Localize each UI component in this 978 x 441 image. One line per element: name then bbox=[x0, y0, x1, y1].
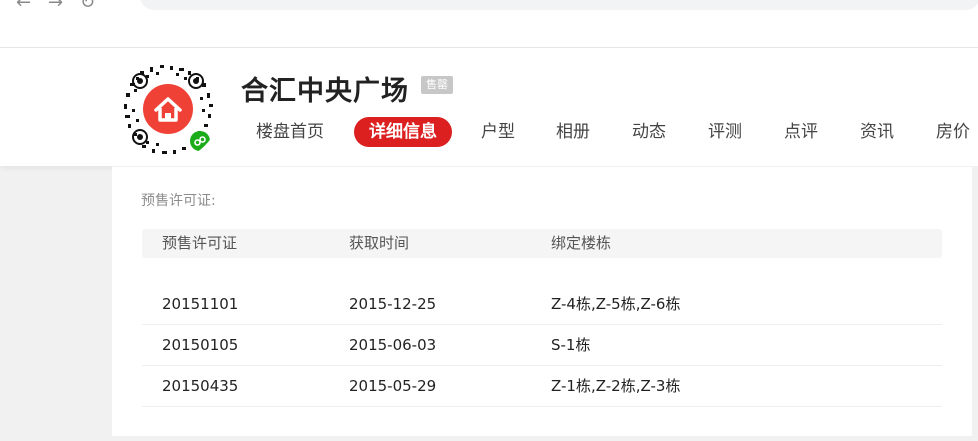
license-date: 2015-06-03 bbox=[349, 336, 437, 354]
tab-news-feed[interactable]: 动态 bbox=[632, 116, 666, 148]
bound-buildings: Z-1栋,Z-2栋,Z-3栋 bbox=[551, 377, 681, 395]
tab-home[interactable]: 楼盘首页 bbox=[256, 116, 324, 148]
project-header: 合汇中央广场 售罄 楼盘首页 详细信息 户型 相册 动态 评测 点评 资讯 房价 bbox=[0, 48, 978, 166]
miniprogram-qr-icon bbox=[116, 57, 220, 161]
back-arrow-icon[interactable]: ← bbox=[16, 0, 31, 13]
column-header-buildings: 绑定楼栋 bbox=[551, 234, 612, 252]
browser-toolbar: ← → ↻ bbox=[0, 0, 978, 48]
tab-review[interactable]: 评测 bbox=[708, 116, 742, 148]
license-date: 2015-12-25 bbox=[349, 295, 437, 313]
bound-buildings: S-1栋 bbox=[551, 336, 591, 354]
tab-floorplans[interactable]: 户型 bbox=[481, 116, 515, 148]
license-number: 20150435 bbox=[162, 377, 239, 395]
forward-arrow-icon[interactable]: → bbox=[48, 0, 63, 13]
license-number: 20150105 bbox=[162, 336, 239, 354]
house-icon bbox=[143, 84, 193, 134]
license-number: 20151101 bbox=[162, 295, 239, 313]
table-header: 预售许可证 获取时间 绑定楼栋 bbox=[142, 229, 942, 258]
page-scrollbar[interactable] bbox=[972, 166, 978, 441]
bound-buildings: Z-4栋,Z-5栋,Z-6栋 bbox=[551, 295, 681, 313]
tab-articles[interactable]: 资讯 bbox=[860, 116, 894, 148]
table-row: 20150435 2015-05-29 Z-1栋,Z-2栋,Z-3栋 bbox=[142, 366, 942, 407]
tab-prices[interactable]: 房价 bbox=[936, 116, 970, 148]
status-badge: 售罄 bbox=[421, 76, 453, 94]
project-title: 合汇中央广场 bbox=[241, 76, 409, 107]
tab-details[interactable]: 详细信息 bbox=[354, 117, 452, 147]
license-date: 2015-05-29 bbox=[349, 377, 437, 395]
column-header-date: 获取时间 bbox=[349, 234, 410, 252]
table-row: 20151101 2015-12-25 Z-4栋,Z-5栋,Z-6栋 bbox=[142, 284, 942, 325]
tab-album[interactable]: 相册 bbox=[556, 116, 590, 148]
tab-comments[interactable]: 点评 bbox=[784, 116, 818, 148]
section-label: 预售许可证: bbox=[141, 193, 216, 209]
wechat-miniprogram-icon bbox=[190, 131, 210, 151]
table-row: 20150105 2015-06-03 S-1栋 bbox=[142, 325, 942, 366]
column-header-license: 预售许可证 bbox=[162, 234, 238, 252]
reload-icon[interactable]: ↻ bbox=[80, 0, 95, 13]
presale-license-panel: 预售许可证: 预售许可证 获取时间 绑定楼栋 20151101 2015-12-… bbox=[112, 166, 972, 436]
address-bar[interactable] bbox=[140, 0, 978, 10]
